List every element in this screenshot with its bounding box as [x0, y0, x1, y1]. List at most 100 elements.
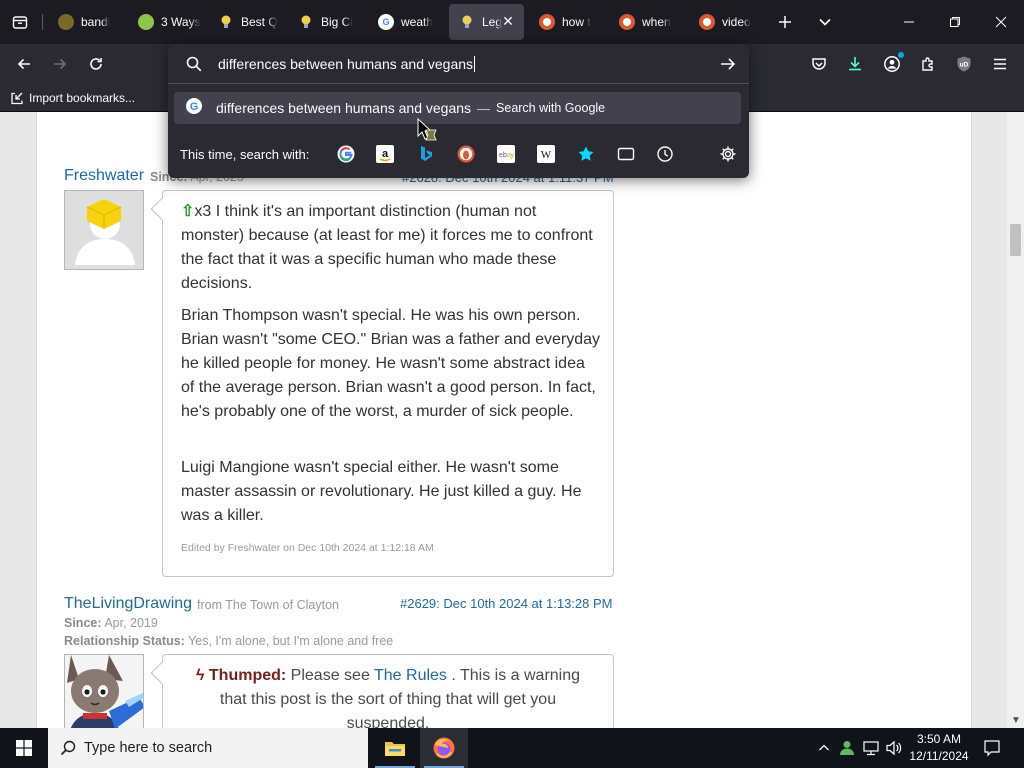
minimize-button[interactable]	[886, 0, 932, 44]
moderator-warning: ϟ Thumped: Please see The Rules . This i…	[183, 664, 593, 728]
post-permalink[interactable]: #2629: Dec 10th 2024 at 1:13:28 PM	[400, 596, 613, 611]
tab-title: how t	[562, 15, 591, 29]
google-icon: G	[186, 97, 202, 119]
edited-note: Edited by Freshwater on Dec 10th 2024 at…	[181, 542, 434, 554]
account-button[interactable]	[879, 51, 905, 77]
tab[interactable]: Best Q	[208, 4, 290, 40]
wikipedia-icon: W	[537, 145, 555, 163]
tab-active[interactable]: Leg ✕	[449, 4, 524, 40]
import-bookmarks-button[interactable]: Import bookmarks...	[10, 88, 135, 108]
relationship-label: Relationship Status:	[64, 634, 185, 648]
firefox-view-button[interactable]	[8, 10, 32, 34]
go-button[interactable]	[719, 55, 737, 78]
chevron-down-icon	[819, 18, 831, 26]
tab-title: Big Ci	[321, 15, 354, 29]
post-author-name[interactable]: TheLivingDrawing	[64, 595, 192, 613]
tab[interactable]: Gweath	[368, 4, 450, 40]
restore-button[interactable]	[932, 0, 978, 44]
post-author-name[interactable]: Freshwater	[64, 167, 144, 185]
thumped-label: Thumped:	[208, 667, 287, 684]
pocket-button[interactable]	[806, 51, 832, 77]
rules-link[interactable]: The Rules	[374, 667, 447, 684]
people-tray-button[interactable]	[837, 738, 857, 758]
file-explorer-taskbar-button[interactable]	[371, 728, 419, 768]
tab[interactable]: when	[609, 4, 691, 40]
download-icon	[849, 57, 861, 71]
people-icon	[840, 741, 854, 755]
reload-button[interactable]	[82, 50, 110, 78]
scrollbar-thumb[interactable]	[1010, 224, 1021, 256]
firefox-taskbar-button[interactable]	[420, 728, 468, 768]
engine-amazon-button[interactable]: a	[375, 144, 395, 164]
google-icon	[337, 145, 355, 163]
import-icon	[11, 92, 23, 105]
post-paragraph: ⇧x3 I think it's an important distinctio…	[181, 203, 593, 292]
since-value: Apr, 2019	[104, 616, 158, 630]
search-bookmarks-button[interactable]	[576, 144, 596, 164]
forward-button[interactable]	[46, 50, 74, 78]
post-paragraph: Brian Thompson wasn't special. He was hi…	[181, 307, 601, 420]
scroll-down-arrow-icon[interactable]: ▼	[1011, 715, 1021, 726]
tab[interactable]: 3 Ways	[128, 4, 210, 40]
urlbar-input[interactable]: differences between humans and vegans	[218, 56, 476, 72]
tab[interactable]: bandi	[48, 4, 130, 40]
hamburger-menu-icon	[994, 58, 1006, 70]
engine-wikipedia-button[interactable]: W	[536, 144, 556, 164]
urlbar-dropdown: differences between humans and vegans G …	[168, 44, 749, 178]
new-tab-button[interactable]	[773, 10, 797, 34]
back-button[interactable]	[10, 50, 38, 78]
speaker-icon	[886, 740, 902, 756]
network-tray-button[interactable]	[861, 738, 881, 758]
site-bulb-icon	[459, 14, 475, 30]
show-hidden-icons-button[interactable]	[814, 738, 834, 758]
search-tabs-button[interactable]	[616, 144, 636, 164]
close-window-button[interactable]	[978, 0, 1024, 44]
svg-text:W: W	[541, 149, 552, 161]
post-author-location: from The Town of Clayton	[197, 598, 339, 612]
search-suggestion-row[interactable]: G differences between humans and vegans …	[174, 92, 741, 124]
tab[interactable]: how t	[529, 4, 611, 40]
ublock-origin-button[interactable]: uD	[951, 51, 977, 77]
wikihow-icon	[138, 14, 154, 30]
tab-title: Best Q	[241, 15, 278, 29]
arrow-left-icon	[17, 58, 30, 70]
site-bulb-icon	[298, 14, 314, 30]
search-settings-button[interactable]	[718, 144, 738, 164]
vertical-scrollbar[interactable]: ▼	[1007, 112, 1024, 728]
google-icon: G	[378, 14, 394, 30]
post-author-since: Since: Apr, 2019	[64, 616, 158, 630]
engine-ebay-button[interactable]: ebay	[496, 144, 516, 164]
action-center-button[interactable]	[982, 738, 1002, 758]
search-history-button[interactable]	[655, 144, 675, 164]
tab[interactable]: video	[689, 4, 771, 40]
amazon-icon: a	[376, 145, 394, 163]
close-tab-icon[interactable]: ✕	[501, 14, 515, 28]
taskbar-search-box[interactable]: Type here to search	[48, 728, 368, 768]
post-paragraph: Luigi Mangione wasn't special either. He…	[181, 459, 582, 524]
taskbar-clock[interactable]: 3:50 AM 12/11/2024	[906, 731, 972, 765]
volume-tray-button[interactable]	[884, 738, 904, 758]
ublock-shield-icon: uD	[957, 56, 971, 72]
start-button[interactable]	[0, 728, 48, 768]
search-icon	[60, 740, 76, 756]
avatar[interactable]	[64, 190, 144, 270]
history-clock-icon	[657, 146, 673, 162]
app-menu-button[interactable]	[987, 51, 1013, 77]
urlbar-input-row: differences between humans and vegans	[168, 44, 749, 84]
firefox-view-icon	[12, 16, 28, 29]
engine-duckduckgo-button[interactable]	[456, 144, 476, 164]
search-icon	[186, 56, 202, 77]
downloads-button[interactable]	[842, 51, 868, 77]
avatar[interactable]	[64, 654, 144, 728]
suggestion-action: Search with Google	[496, 101, 606, 115]
default-avatar-icon	[65, 191, 143, 269]
chevron-up-icon	[819, 744, 829, 751]
tab[interactable]: Big Ci	[288, 4, 370, 40]
engine-google-button[interactable]	[336, 144, 356, 164]
close-icon	[995, 16, 1007, 28]
tab-separator	[42, 14, 43, 30]
one-off-search-bar: This time, search with: a ebay W	[168, 136, 749, 172]
list-all-tabs-button[interactable]	[813, 10, 837, 34]
since-label: Since:	[64, 616, 102, 630]
extensions-button[interactable]	[915, 51, 941, 77]
